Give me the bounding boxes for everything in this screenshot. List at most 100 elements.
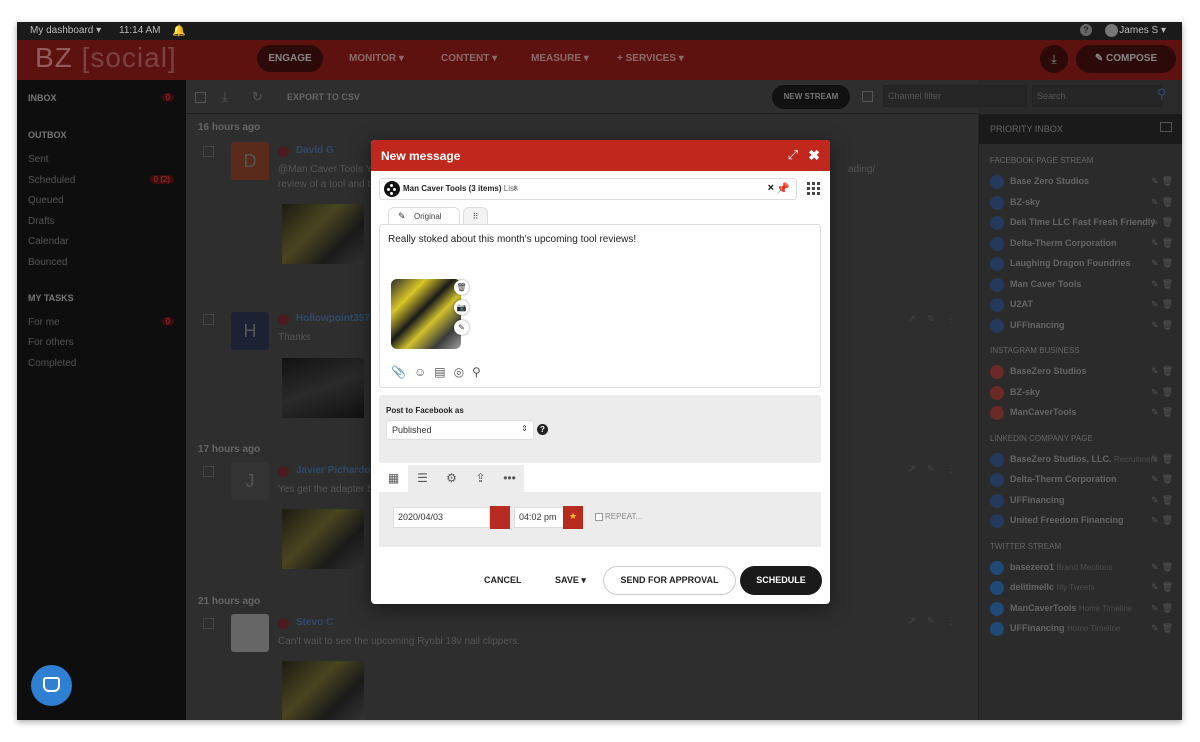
- post-image[interactable]: [282, 358, 364, 418]
- logo[interactable]: BZ [social]: [35, 42, 177, 74]
- post-checkbox[interactable]: [203, 146, 214, 157]
- post-author[interactable]: David G: [296, 145, 334, 156]
- remove-recipient-icon[interactable]: ×: [513, 183, 518, 193]
- recipient-chip[interactable]: Man Caver Tools (3 items) List: [403, 184, 516, 193]
- schedule-button[interactable]: SCHEDULE: [740, 566, 822, 595]
- stream-item-actions[interactable]: ✎🗑: [1151, 366, 1176, 377]
- expand-icon[interactable]: ⤢: [788, 147, 798, 163]
- stream-item[interactable]: BaseZero Studios ✎🗑: [990, 364, 1176, 380]
- stream-item[interactable]: Delta-Therm Corporation ✎🗑: [990, 472, 1176, 488]
- avatar[interactable]: [1105, 24, 1118, 37]
- tab-upload-icon[interactable]: ⇪: [466, 465, 495, 492]
- hide-icon[interactable]: ◎: [454, 365, 464, 379]
- stream-item-actions[interactable]: ✎🗑: [1151, 515, 1176, 526]
- star-icon[interactable]: ★: [563, 506, 583, 529]
- date-input[interactable]: 2020/04/03: [393, 507, 490, 528]
- stream-item[interactable]: U2AT ✎🗑: [990, 297, 1176, 313]
- send-for-approval-button[interactable]: SEND FOR APPROVAL: [603, 566, 736, 595]
- stream-item[interactable]: Man Caver Tools ✎🗑: [990, 277, 1176, 293]
- stream-item[interactable]: BZ-sky ✎🗑: [990, 195, 1176, 211]
- stream-item[interactable]: ManCaverTools ✎🗑: [990, 405, 1176, 421]
- inbox-icon[interactable]: [1160, 122, 1172, 132]
- post-image[interactable]: [282, 509, 364, 569]
- stream-item-actions[interactable]: ✎🗑: [1151, 279, 1176, 290]
- location-icon[interactable]: ⚲: [472, 365, 481, 379]
- stream-item-actions[interactable]: ✎🗑: [1151, 299, 1176, 310]
- post-actions[interactable]: ↗ ✎ ⋮: [908, 464, 960, 475]
- sidebar-item-for-me[interactable]: For me: [28, 317, 60, 328]
- post-checkbox[interactable]: [203, 618, 214, 629]
- stream-item[interactable]: United Freedom Financing ✎🗑: [990, 513, 1176, 529]
- user-menu[interactable]: James S ▾: [1119, 25, 1166, 36]
- emoji-icon[interactable]: ☺: [414, 365, 426, 379]
- channel-filter-input[interactable]: Channel filter: [883, 85, 1027, 107]
- sidebar-item-for-others[interactable]: For others: [28, 337, 74, 348]
- stream-item-actions[interactable]: ✎🗑: [1151, 623, 1176, 634]
- save-button[interactable]: SAVE ▾: [555, 575, 586, 586]
- time-input[interactable]: 04:02 pm: [514, 507, 564, 528]
- recipient-field[interactable]: Man Caver Tools (3 items) List × × 📌: [379, 178, 797, 200]
- stream-item-actions[interactable]: ✎🗑: [1151, 320, 1176, 331]
- nav-content[interactable]: CONTENT ▾: [441, 53, 497, 64]
- search-input[interactable]: Search: [1032, 85, 1162, 107]
- stream-item[interactable]: delitimellc My Tweets ✎🗑: [990, 580, 1176, 596]
- search-icon[interactable]: ⚲: [1157, 86, 1167, 102]
- sidebar-inbox[interactable]: INBOX: [28, 93, 57, 103]
- tab-networks[interactable]: ⠿: [463, 207, 488, 225]
- stream-item[interactable]: UFFinancing ✎🗑: [990, 318, 1176, 334]
- close-icon[interactable]: ✖: [808, 147, 820, 164]
- date-picker-button[interactable]: [490, 506, 510, 529]
- export-csv-button[interactable]: EXPORT TO CSV: [287, 92, 360, 102]
- post-author[interactable]: Hollowpoint357: [296, 313, 370, 324]
- stream-item-actions[interactable]: ✎🗑: [1151, 407, 1176, 418]
- sidebar-item-calendar[interactable]: Calendar: [28, 236, 69, 247]
- grid-icon[interactable]: [807, 182, 820, 195]
- chat-launcher-button[interactable]: [31, 665, 72, 706]
- stream-item-actions[interactable]: ✎🗑: [1151, 217, 1176, 228]
- stream-item-actions[interactable]: ✎🗑: [1151, 454, 1176, 465]
- camera-icon[interactable]: 📷: [454, 300, 469, 315]
- refresh-icon[interactable]: ↻: [252, 89, 263, 105]
- sidebar-item-scheduled[interactable]: Scheduled: [28, 175, 75, 186]
- post-checkbox[interactable]: [203, 466, 214, 477]
- stream-item[interactable]: Deli Time LLC Fast Fresh Friendly ✎🗑: [990, 215, 1176, 231]
- bell-icon[interactable]: 🔔: [172, 24, 186, 37]
- post-actions[interactable]: ↗ ✎ ⋮: [908, 616, 960, 627]
- new-stream-button[interactable]: NEW STREAM: [772, 85, 850, 109]
- stream-item-actions[interactable]: ✎🗑: [1151, 474, 1176, 485]
- repeat-checkbox[interactable]: [595, 513, 603, 521]
- stream-item[interactable]: Laughing Dragon Foundries ✎🗑: [990, 256, 1176, 272]
- stream-item[interactable]: BaseZero Studios, LLC. Recruitment ✎🗑: [990, 452, 1176, 468]
- sidebar-item-bounced[interactable]: Bounced: [28, 257, 67, 268]
- tab-list-icon[interactable]: ☰: [408, 465, 437, 492]
- sidebar-item-drafts[interactable]: Drafts: [28, 216, 55, 227]
- post-checkbox[interactable]: [203, 314, 214, 325]
- stream-item-actions[interactable]: ✎🗑: [1151, 562, 1176, 573]
- stream-item-actions[interactable]: ✎🗑: [1151, 258, 1176, 269]
- post-actions[interactable]: ↗ ✎ ⋮: [908, 314, 960, 325]
- message-editor[interactable]: Really stoked about this month's upcomin…: [379, 224, 821, 388]
- stream-item-actions[interactable]: ✎🗑: [1151, 495, 1176, 506]
- help-icon[interactable]: ?: [1080, 24, 1092, 36]
- stream-item-actions[interactable]: ✎🗑: [1151, 603, 1176, 614]
- dashboard-menu[interactable]: My dashboard ▾: [30, 25, 101, 36]
- stream-item[interactable]: Base Zero Studios ✎🗑: [990, 174, 1176, 190]
- post-as-select[interactable]: Published ⇕: [386, 420, 534, 440]
- stream-item-actions[interactable]: ✎🗑: [1151, 387, 1176, 398]
- pin-icon[interactable]: 📌: [776, 182, 790, 195]
- clear-icon[interactable]: ×: [768, 182, 774, 194]
- stream-item-actions[interactable]: ✎🗑: [1151, 238, 1176, 249]
- tab-calendar-icon[interactable]: ▦: [379, 465, 408, 492]
- post-author[interactable]: Javier Pichardo: [296, 465, 370, 476]
- library-icon[interactable]: ▤: [434, 365, 445, 379]
- help-icon[interactable]: ?: [537, 424, 548, 435]
- stream-item-actions[interactable]: ✎🗑: [1151, 197, 1176, 208]
- calendar-icon[interactable]: [862, 91, 873, 102]
- stream-item-actions[interactable]: ✎🗑: [1151, 582, 1176, 593]
- edit-icon[interactable]: ✎: [454, 320, 469, 335]
- tab-original[interactable]: ✎ Original: [388, 207, 460, 225]
- download-icon[interactable]: ⤓: [1040, 45, 1068, 73]
- stream-item[interactable]: basezero1 Brand Mentions ✎🗑: [990, 560, 1176, 576]
- stream-item[interactable]: UFFinancing Home Timeline ✎🗑: [990, 621, 1176, 637]
- stream-item[interactable]: BZ-sky ✎🗑: [990, 385, 1176, 401]
